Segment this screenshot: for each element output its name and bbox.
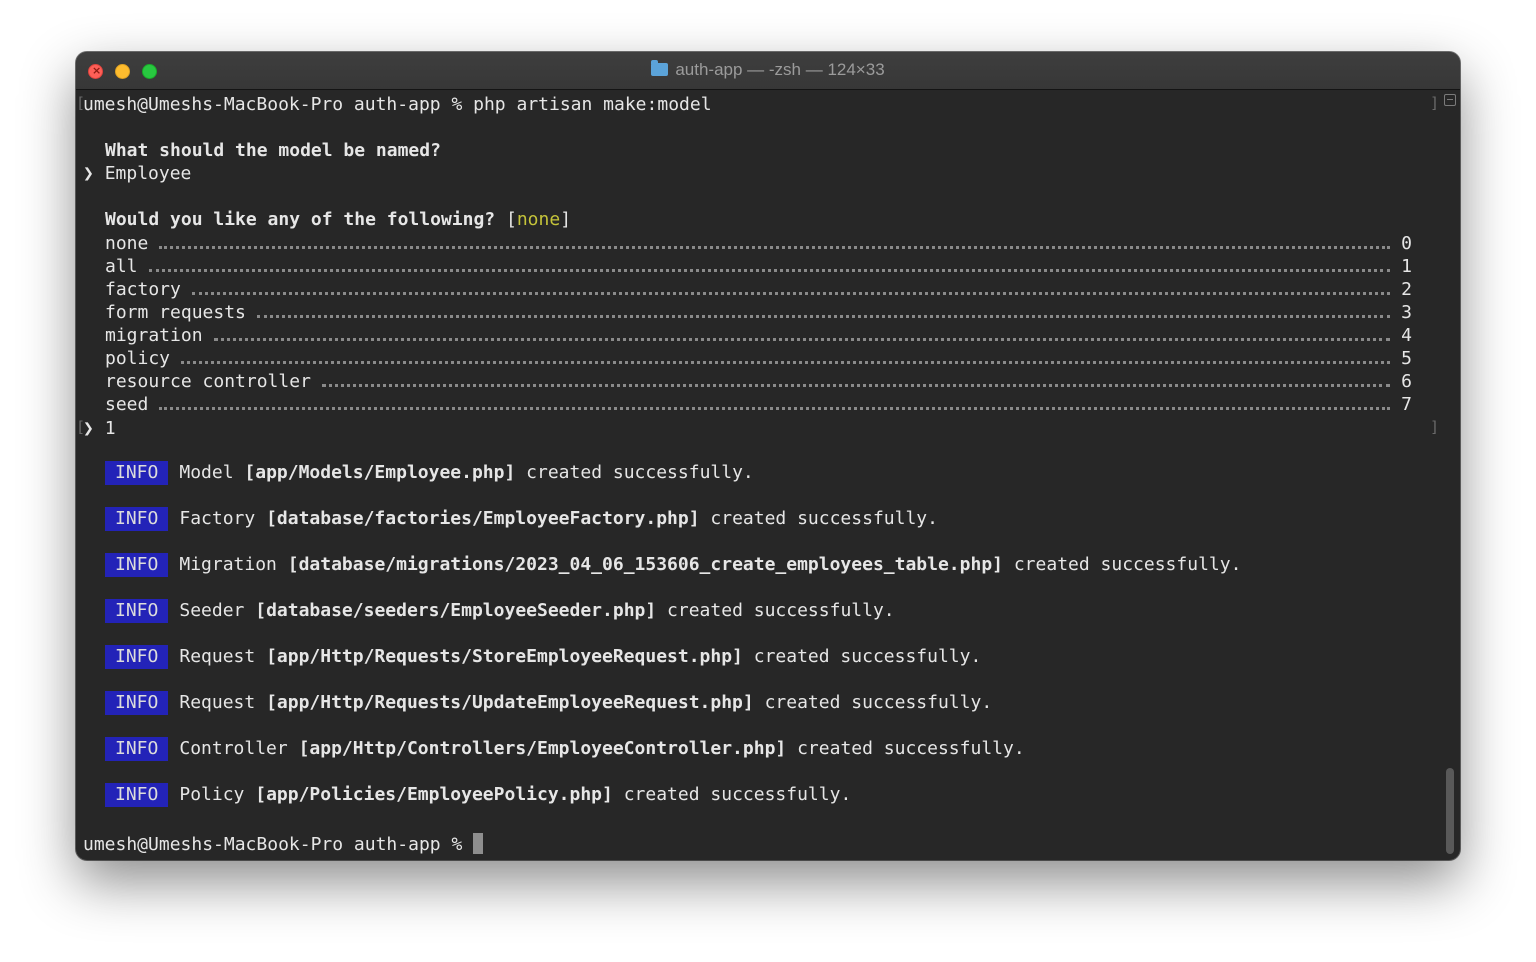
options-answer: 1 — [104, 418, 116, 439]
info-line: INFO Policy [app/Policies/EmployeePolicy.… — [105, 782, 851, 808]
info-badge: INFO — [105, 461, 169, 485]
option-index: 5 — [1401, 348, 1412, 369]
option-index: 0 — [1401, 233, 1412, 254]
option-leader-dots — [256, 301, 1391, 318]
option-leader-dots — [159, 393, 1391, 410]
mark-bracket-icon: ] — [1430, 418, 1440, 436]
option-label: all — [105, 256, 138, 277]
model-answer-line: ❯ Employee — [83, 162, 191, 185]
option-index: 7 — [1401, 394, 1412, 415]
final-prompt-line[interactable]: umesh@Umeshs-MacBook-Pro auth-app % — [83, 833, 484, 856]
option-row: resource controller 6 — [105, 370, 1412, 393]
info-badge: INFO — [105, 691, 169, 715]
title-bar[interactable]: × auth-app — -zsh — 124×33 — [76, 52, 1460, 90]
option-row: factory 2 — [105, 278, 1412, 301]
option-label: none — [105, 233, 149, 254]
model-answer: Employee — [104, 163, 192, 184]
info-badge: INFO — [105, 507, 169, 531]
prompt-arrow-icon: ❯ — [83, 418, 94, 439]
folder-icon — [651, 60, 669, 76]
option-index: 4 — [1401, 325, 1412, 346]
option-row: seed 7 — [105, 393, 1412, 416]
info-line: INFO Request [app/Http/Requests/UpdateEmp… — [105, 690, 992, 716]
info-badge: INFO — [105, 783, 169, 807]
info-kind: Controller — [179, 738, 288, 759]
option-leader-dots — [191, 278, 1391, 295]
info-path: [app/Http/Requests/StoreEmployeeRequest.… — [266, 646, 743, 667]
option-row: migration 4 — [105, 324, 1412, 347]
options-answer-line: ❯ 1 — [83, 417, 116, 440]
default-value: none — [516, 209, 561, 230]
option-index: 3 — [1401, 302, 1412, 323]
info-kind: Request — [179, 646, 256, 667]
mark-bracket-icon: ] — [1430, 94, 1440, 112]
command-line: umesh@Umeshs-MacBook-Pro auth-app % php … — [83, 94, 712, 115]
option-label: migration — [105, 325, 203, 346]
info-path: [database/factories/EmployeeFactory.php] — [266, 508, 700, 529]
model-question: What should the model be named? — [105, 140, 441, 161]
info-badge: INFO — [105, 737, 169, 761]
option-label: factory — [105, 279, 181, 300]
info-path: [app/Http/Requests/UpdateEmployeeRequest… — [266, 692, 754, 713]
info-status: created successfully. — [753, 646, 982, 667]
info-path: [database/migrations/2023_04_06_153606_c… — [287, 554, 1003, 575]
option-leader-dots — [148, 255, 1391, 272]
info-status: created successfully. — [710, 508, 938, 529]
default-close-bracket: ] — [560, 209, 572, 230]
info-line: INFO Seeder [database/seeders/EmployeeSee… — [105, 598, 895, 624]
info-kind: Policy — [179, 784, 245, 805]
final-prompt: umesh@Umeshs-MacBook-Pro auth-app % — [83, 834, 463, 855]
prompt-arrow-icon: ❯ — [83, 163, 94, 184]
info-line: INFO Request [app/Http/Requests/StoreEmpl… — [105, 644, 981, 670]
default-open-bracket: [ — [505, 209, 517, 230]
info-path: [app/Models/Employee.php] — [244, 462, 516, 483]
option-label: resource controller — [105, 371, 311, 392]
info-path: [app/Http/Controllers/EmployeeController… — [298, 738, 787, 759]
info-status: created successfully. — [623, 784, 852, 805]
window-title: auth-app — -zsh — 124×33 — [76, 60, 1460, 80]
option-row: none 0 — [105, 232, 1412, 255]
info-status: created successfully. — [1013, 554, 1242, 575]
info-line: INFO Controller [app/Http/Controllers/Emp… — [105, 736, 1025, 762]
info-kind: Request — [179, 692, 256, 713]
info-line: INFO Migration [database/migrations/2023_… — [105, 552, 1241, 578]
option-leader-dots — [321, 370, 1391, 387]
marks-toggle-icon[interactable] — [1444, 94, 1456, 106]
option-row: form requests 3 — [105, 301, 1412, 324]
info-badge: INFO — [105, 645, 169, 669]
info-status: created successfully. — [667, 600, 895, 621]
info-kind: Model — [179, 462, 234, 483]
option-row: all 1 — [105, 255, 1412, 278]
option-index: 2 — [1401, 279, 1412, 300]
options-question-line: Would you like any of the following? [no… — [105, 208, 571, 231]
options-question: Would you like any of the following? — [105, 209, 496, 230]
info-line: INFO Model [app/Models/Employee.php] crea… — [105, 460, 754, 486]
text-cursor — [473, 833, 484, 854]
info-kind: Factory — [179, 508, 256, 529]
info-badge: INFO — [105, 553, 169, 577]
option-label: policy — [105, 348, 171, 369]
terminal-content[interactable]: [ umesh@Umeshs-MacBook-Pro auth-app % ph… — [76, 90, 1460, 860]
info-status: created successfully. — [526, 462, 754, 483]
info-path: [database/seeders/EmployeeSeeder.php] — [255, 600, 657, 621]
option-leader-dots — [159, 232, 1391, 249]
terminal-window: × auth-app — -zsh — 124×33 [ umesh@Umesh… — [76, 52, 1460, 860]
option-label: form requests — [105, 302, 246, 323]
option-leader-dots — [213, 324, 1391, 341]
option-index: 1 — [1401, 256, 1412, 277]
info-status: created successfully. — [797, 738, 1025, 759]
info-status: created successfully. — [764, 692, 993, 713]
info-path: [app/Policies/EmployeePolicy.php] — [255, 784, 613, 805]
scrollbar-thumb[interactable] — [1446, 768, 1454, 854]
info-badge: INFO — [105, 599, 169, 623]
option-row: policy 5 — [105, 347, 1412, 370]
option-index: 6 — [1401, 371, 1412, 392]
info-kind: Migration — [179, 554, 277, 575]
option-label: seed — [105, 394, 149, 415]
info-line: INFO Factory [database/factories/Employee… — [105, 506, 938, 532]
window-title-text: auth-app — -zsh — 124×33 — [675, 60, 885, 79]
option-leader-dots — [181, 347, 1391, 364]
info-kind: Seeder — [179, 600, 245, 621]
